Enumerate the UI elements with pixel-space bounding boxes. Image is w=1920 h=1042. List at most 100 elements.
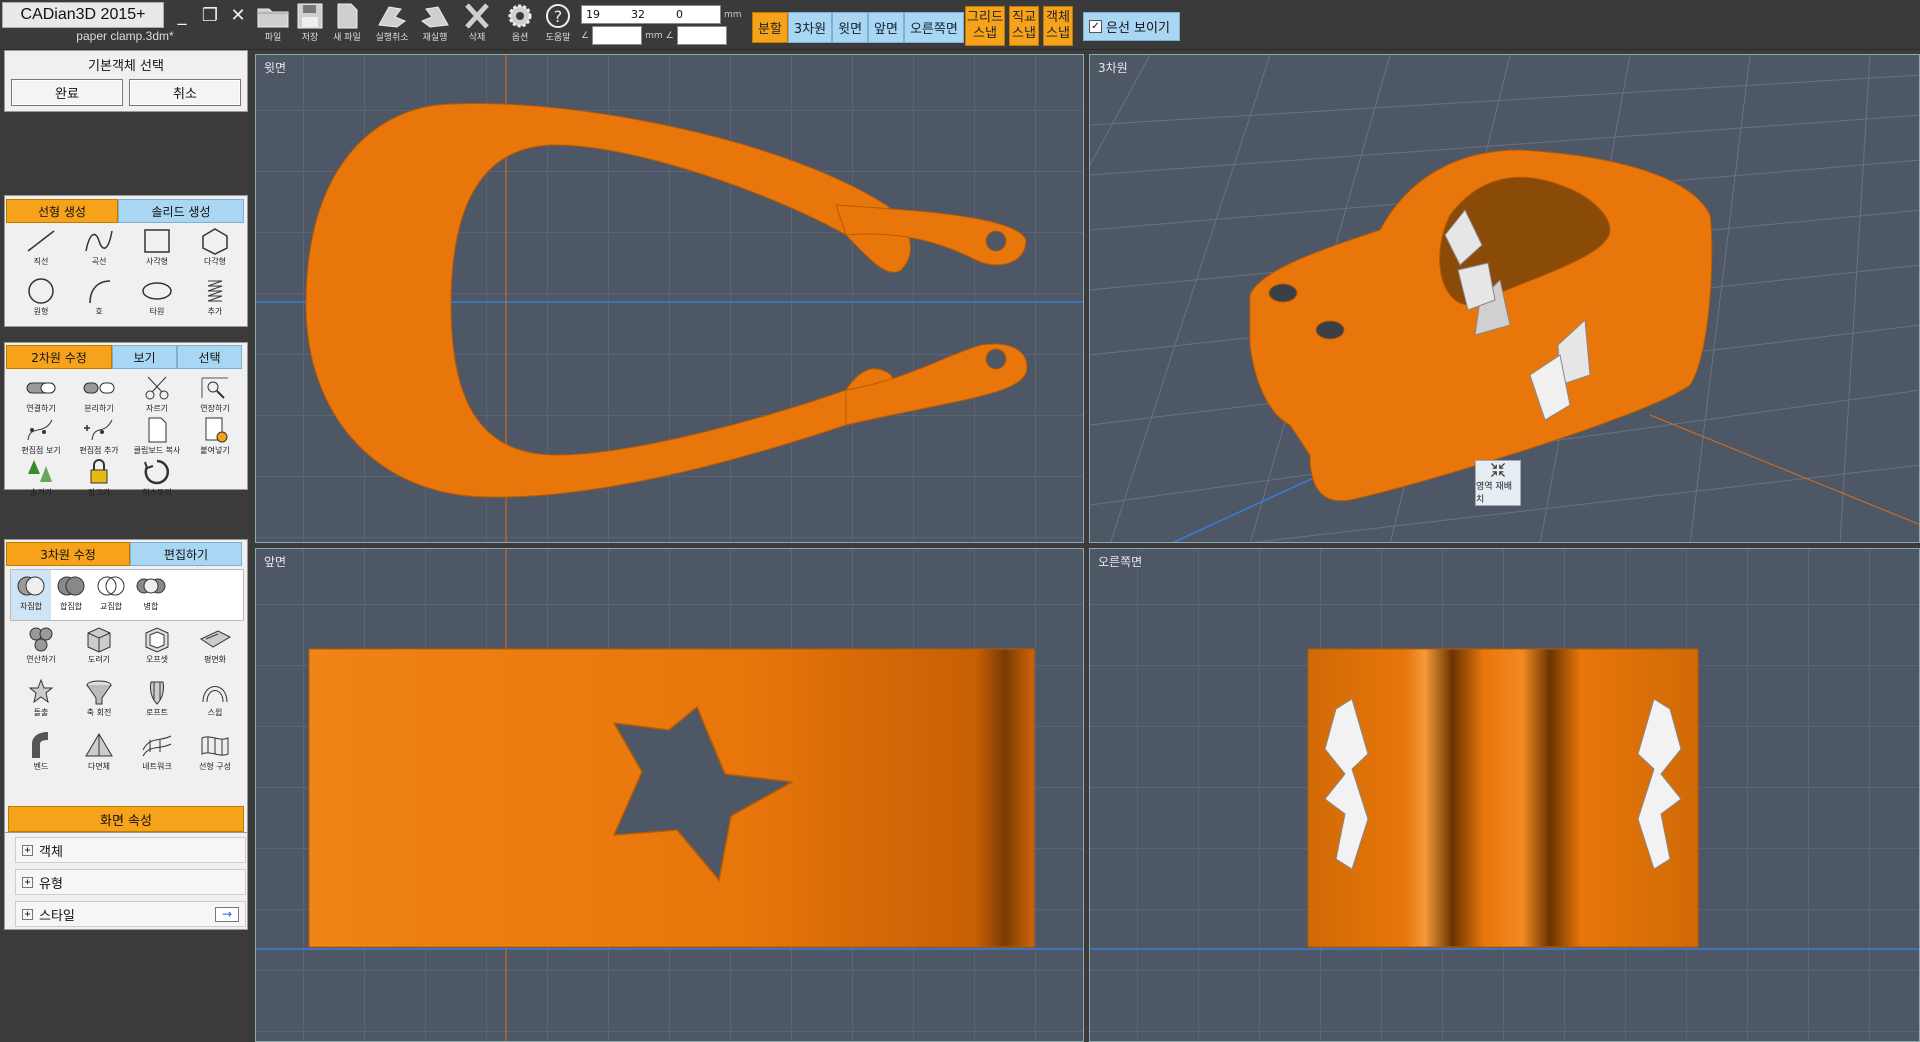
tab-3d-edit[interactable]: 3차원 수정 [6, 542, 130, 566]
region-rearrange-button[interactable]: 영역 재배치 [1475, 460, 1521, 506]
tool-label: 편집점 보기 [21, 446, 61, 455]
arc-icon [89, 280, 111, 304]
tool-intersection[interactable]: 교집합 [91, 570, 131, 620]
tool-rectangle[interactable]: 사각형 [128, 225, 186, 275]
tool-extend[interactable]: 연장하기 [186, 372, 244, 414]
top-view-button[interactable]: 윗면 [832, 12, 869, 43]
tool-label: 원형 [33, 307, 49, 316]
tool-add[interactable]: 추가 [186, 275, 244, 325]
tool-merge[interactable]: 병합 [131, 570, 171, 620]
tool-circle[interactable]: 원형 [12, 275, 70, 325]
history-icon [144, 459, 170, 485]
right-view-canvas [1090, 549, 1919, 1041]
polygon-icon [202, 228, 228, 255]
tool-history[interactable]: 히스토리 [128, 456, 186, 498]
tab-modify[interactable]: 편집하기 [130, 542, 242, 566]
tool-difference[interactable]: 차집합 [11, 570, 51, 620]
tool-shell[interactable]: 도려기 [70, 623, 128, 676]
left-sidebar: 기본객체 선택 완료 취소 선형 생성 솔리드 생성 직선 곡선 사각형 다각형… [0, 50, 252, 1042]
toolbar-save-button[interactable]: 저장 [290, 0, 330, 50]
tool-polygon[interactable]: 다각형 [186, 225, 244, 275]
tab-view[interactable]: 보기 [112, 345, 177, 369]
screen-properties-header[interactable]: 화면 속성 [8, 806, 244, 832]
tool-label: 연결하기 [26, 404, 56, 413]
tool-curve[interactable]: 곡선 [70, 225, 128, 275]
front-view-button[interactable]: 앞면 [868, 12, 904, 43]
tab-line-create[interactable]: 선형 생성 [6, 199, 118, 223]
viewport-front[interactable]: 앞면 [255, 548, 1084, 1042]
tool-label: 스윕 [207, 708, 223, 718]
tool-revolve[interactable]: 축 회전 [70, 676, 128, 729]
tool-add-point[interactable]: 편집점 추가 [70, 414, 128, 456]
tool-network[interactable]: 네트워크 [128, 730, 186, 783]
tab-solid-create[interactable]: 솔리드 생성 [118, 199, 244, 223]
tab-select[interactable]: 선택 [177, 345, 242, 369]
hidden-line-checkbox[interactable]: ✓ [1089, 20, 1102, 33]
done-button[interactable]: 완료 [11, 79, 123, 106]
toolbar-undo-button[interactable]: 실행취소 [372, 0, 412, 50]
app-title[interactable]: CADian3D 2015+ [2, 2, 164, 28]
prop-row-type[interactable]: + 유형 [15, 869, 246, 895]
edit-points-icon [27, 419, 53, 441]
object-snap-button[interactable]: 객체 스냅 [1043, 6, 1073, 46]
coordinate-inputs: 19 32 0 mm ∠ mm ∠ [581, 5, 742, 45]
prop-row-object[interactable]: + 객체 [15, 837, 246, 863]
paste-icon [205, 417, 228, 443]
minimize-button[interactable]: _ [170, 4, 194, 26]
tool-paste[interactable]: 붙여넣기 [186, 414, 244, 456]
tool-join[interactable]: 연결하기 [12, 372, 70, 414]
tool-hide[interactable]: 숨기기 [12, 456, 70, 498]
expand-icon[interactable]: + [22, 876, 33, 888]
tool-line[interactable]: 직선 [12, 225, 70, 275]
tool-arc[interactable]: 호 [70, 275, 128, 325]
ortho-snap-button[interactable]: 직교 스냅 [1009, 6, 1039, 46]
toolbar-file-button[interactable]: 파일 [253, 0, 293, 50]
expand-icon[interactable]: + [22, 908, 33, 920]
tool-sweep[interactable]: 스윕 [186, 676, 244, 729]
tool-flatten[interactable]: 평면화 [186, 623, 244, 676]
grid-snap-button[interactable]: 그리드 스냅 [965, 6, 1005, 46]
split-view-button[interactable]: 분할 [752, 12, 788, 43]
restore-button[interactable]: ❐ [198, 4, 222, 26]
tab-2d-edit[interactable]: 2차원 수정 [6, 345, 112, 369]
tool-polyhedron[interactable]: 다면체 [70, 730, 128, 783]
edit2d-tabs: 2차원 수정 보기 선택 [6, 345, 242, 369]
tool-loft[interactable]: 로프트 [128, 676, 186, 729]
tool-clipboard-copy[interactable]: 클립보드 복사 [128, 414, 186, 456]
tool-explode[interactable]: 분리하기 [70, 372, 128, 414]
toolbar-delete-button[interactable]: 삭제 [457, 0, 497, 50]
expand-icon[interactable]: + [22, 844, 33, 856]
tool-bend[interactable]: 벤드 [12, 730, 70, 783]
tool-label: 히스토리 [142, 488, 172, 497]
toolbar-help-button[interactable]: ? 도움말 [538, 0, 578, 50]
toolbar-new-file-button[interactable]: 새 파일 [327, 0, 367, 50]
tool-line-build[interactable]: 선형 구성 [186, 730, 244, 783]
xyz-input[interactable]: 19 32 0 [581, 5, 721, 24]
tool-show-points[interactable]: 편집점 보기 [12, 414, 70, 456]
cancel-button[interactable]: 취소 [129, 79, 241, 106]
tool-extrude[interactable]: 돌출 [12, 676, 70, 729]
style-arrow-button[interactable]: → [215, 907, 239, 922]
tool-union[interactable]: 합집합 [51, 570, 91, 620]
viewport-right[interactable]: 오른쪽면 [1089, 548, 1920, 1042]
viewport-top[interactable]: 윗면 [255, 54, 1084, 543]
right-view-button[interactable]: 오른쪽면 [903, 12, 964, 43]
tool-trim[interactable]: 자르기 [128, 372, 186, 414]
tool-operation[interactable]: 연산하기 [12, 623, 70, 676]
loft-icon [150, 681, 164, 706]
tool-lock[interactable]: 잠그기 [70, 456, 128, 498]
prop-row-style[interactable]: + 스타일 → [15, 901, 246, 927]
distance-input[interactable] [592, 26, 643, 45]
tool-label: 잠그기 [87, 488, 111, 497]
explode-icon [83, 382, 115, 394]
create-tabs: 선형 생성 솔리드 생성 [6, 199, 244, 223]
tool-offset[interactable]: 오프셋 [128, 623, 186, 676]
tool-ellipse[interactable]: 타원 [128, 275, 186, 325]
edit3d-tools: 연산하기 도려기 오프셋 평면화 돌출 축 회전 로프트 스윕 벤드 다면체 네… [12, 623, 244, 783]
3d-view-button[interactable]: 3차원 [787, 12, 833, 43]
angle-input[interactable] [676, 26, 727, 45]
hidden-line-toggle[interactable]: ✓ 은선 보이기 [1083, 12, 1180, 41]
toolbar-options-button[interactable]: 옵션 [500, 0, 540, 50]
close-button[interactable]: ✕ [226, 4, 250, 26]
toolbar-redo-button[interactable]: 재실행 [415, 0, 455, 50]
